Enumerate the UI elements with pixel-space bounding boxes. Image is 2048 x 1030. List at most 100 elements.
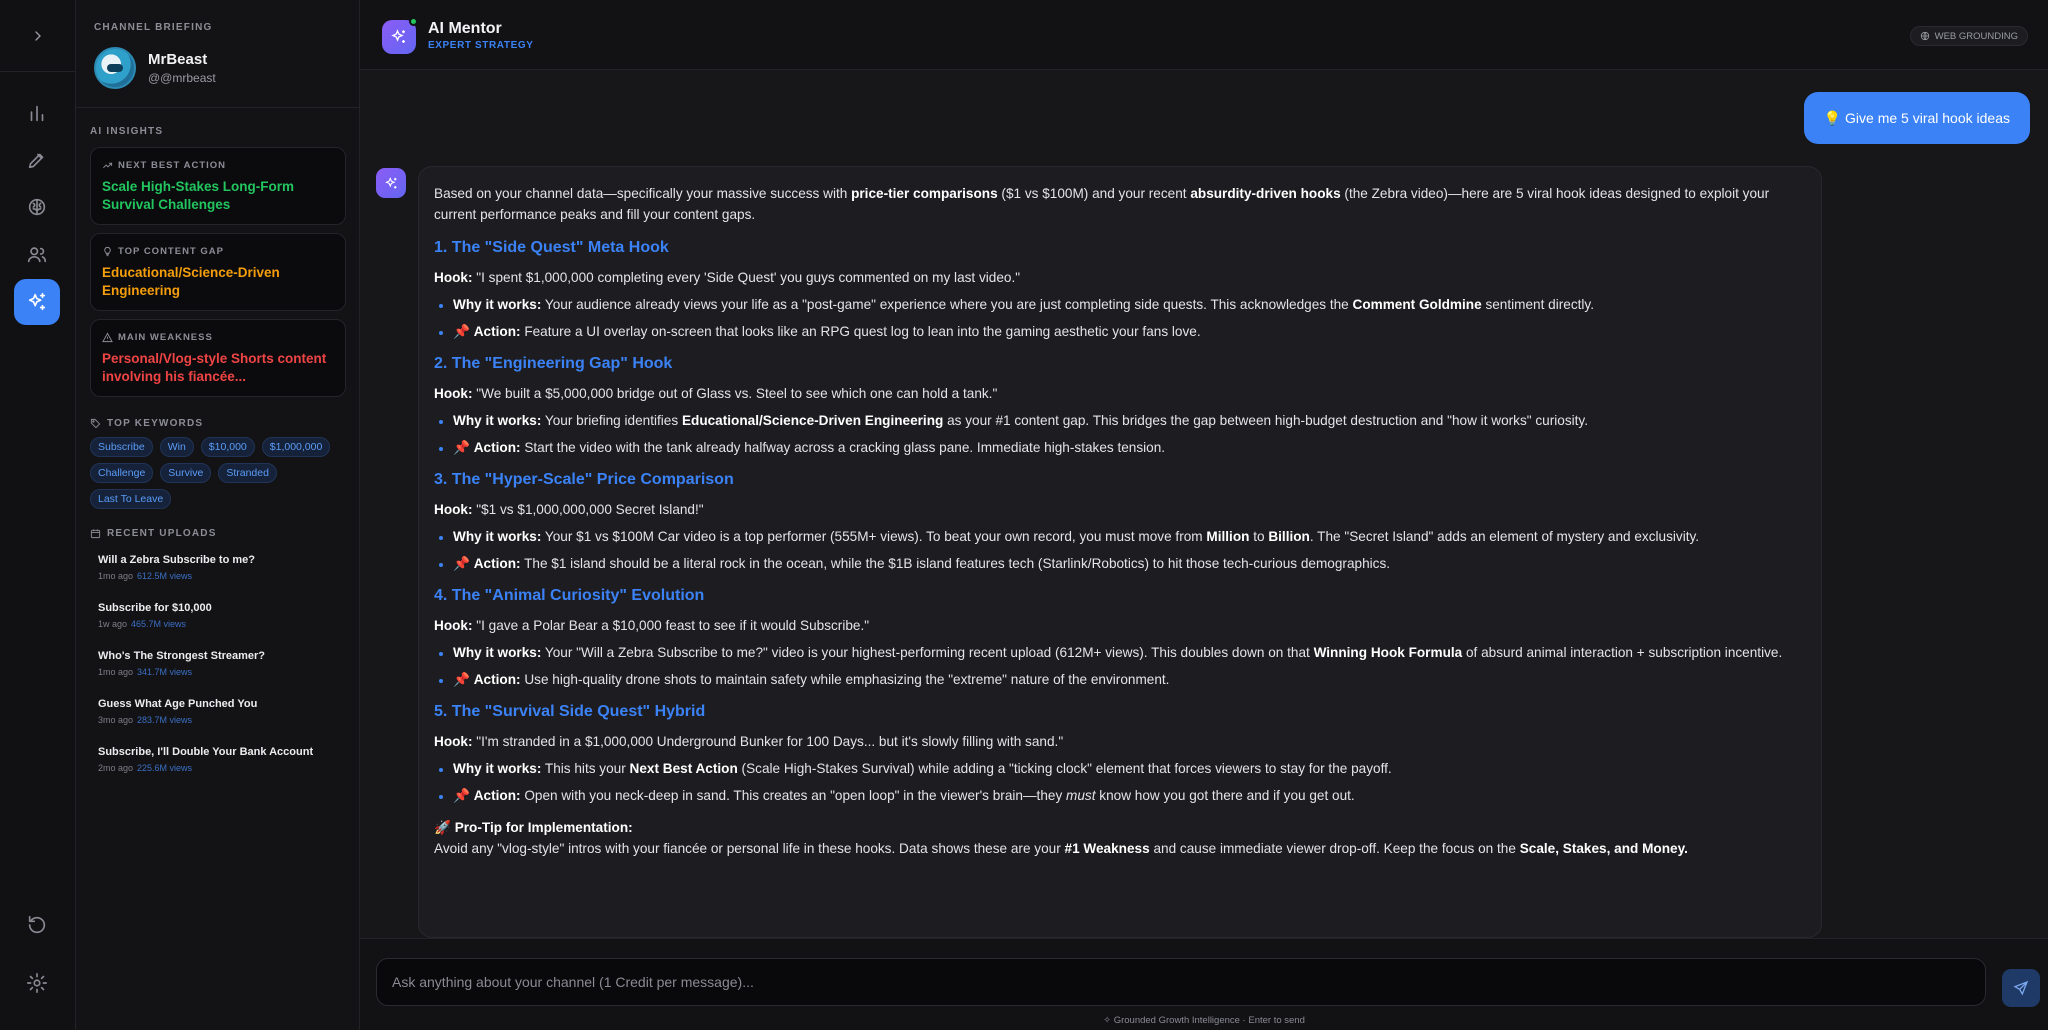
insight-value: Personal/Vlog-style Shorts content invol…: [102, 351, 327, 384]
pushpin-icon: 📌: [453, 324, 470, 339]
refresh-icon: [28, 915, 46, 934]
hook-line: Hook: "I gave a Polar Bear a $10,000 fea…: [434, 618, 870, 633]
action-item: 📌 Action: Open with you neck-deep in san…: [434, 785, 1806, 806]
brain-icon: [28, 198, 46, 216]
hook-heading: 1. The "Side Quest" Meta Hook: [434, 239, 669, 256]
hook-details: Why it works: Your audience already view…: [434, 294, 1806, 342]
upload-item[interactable]: Guess What Age Punched You 3mo ago 283.7M…: [98, 698, 348, 746]
chat-area: AI Mentor EXPERT STRATEGY WEB GROUNDING …: [360, 0, 2048, 1030]
top-keywords-caption: TOP KEYWORDS: [90, 418, 203, 429]
upload-age: 1mo ago: [98, 667, 134, 677]
upload-views: 465.7M views: [131, 619, 187, 629]
action-item: 📌 Action: Feature a UI overlay on-screen…: [434, 321, 1806, 342]
channel-identity: MrBeast @@mrbeast: [94, 47, 341, 89]
keyword-chip[interactable]: Survive: [160, 463, 212, 483]
upload-age: 2mo ago: [98, 763, 134, 773]
chat-input[interactable]: Ask anything about your channel (1 Credi…: [376, 958, 1986, 1006]
channel-name: MrBeast: [148, 51, 208, 68]
keyword-chip[interactable]: Last To Leave: [90, 489, 172, 509]
upload-item[interactable]: Subscribe, I'll Double Your Bank Account…: [98, 746, 348, 794]
audience-nav-button[interactable]: [14, 232, 60, 278]
history-button[interactable]: [14, 902, 60, 948]
globe-icon: [1920, 31, 1929, 41]
page-subtitle: EXPERT STRATEGY: [428, 40, 534, 51]
analytics-icon: [30, 105, 44, 122]
keyword-chip[interactable]: $1,000,000: [261, 437, 331, 457]
lightbulb-icon: [104, 246, 111, 257]
upload-age: 1w ago: [98, 619, 128, 629]
keyword-chip[interactable]: $10,000: [200, 437, 255, 457]
channel-briefing-caption: CHANNEL BRIEFING: [94, 22, 213, 33]
calendar-icon: [90, 529, 101, 539]
why-it-works-item: Why it works: This hits your Next Best A…: [434, 758, 1806, 779]
online-status-dot: [409, 17, 418, 26]
ai-insights-caption: AI INSIGHTS: [90, 126, 164, 137]
web-grounding-badge[interactable]: WEB GROUNDING: [1909, 26, 2028, 46]
hook-heading: 2. The "Engineering Gap" Hook: [434, 355, 673, 372]
assistant-message-bubble: Based on your channel data—specifically …: [418, 166, 1822, 938]
upload-age: 3mo ago: [98, 715, 134, 725]
keyword-chip[interactable]: Stranded: [218, 463, 277, 483]
why-it-works-item: Why it works: Your briefing identifies E…: [434, 410, 1806, 431]
pushpin-icon: 📌: [453, 556, 470, 571]
keyword-chip[interactable]: Win: [159, 437, 194, 457]
upload-item[interactable]: Who's The Strongest Streamer? 1mo ago 341…: [98, 650, 348, 698]
pushpin-icon: 📌: [453, 440, 470, 455]
page-title: AI Mentor: [428, 20, 502, 37]
composer-footnote: ✧ Grounded Growth Intelligence · Enter t…: [1103, 1015, 1305, 1026]
keyword-chip[interactable]: Challenge: [90, 463, 154, 483]
hook-line: Hook: "I spent $1,000,000 completing eve…: [434, 270, 1021, 285]
recent-uploads-caption: RECENT UPLOADS: [90, 528, 217, 539]
insight-value: Educational/Science-Driven Engineering: [102, 265, 280, 298]
upload-age: 1mo ago: [98, 571, 134, 581]
user-message-bubble: 💡 Give me 5 viral hook ideas: [1803, 92, 2030, 144]
action-item: 📌 Action: Start the video with the tank …: [434, 437, 1806, 458]
keyword-list: Subscribe Win $10,000 $1,000,000 Challen…: [90, 437, 350, 509]
upload-item[interactable]: Will a Zebra Subscribe to me? 1mo ago 612…: [98, 554, 348, 602]
action-item: 📌 Action: Use high-quality drone shots t…: [434, 669, 1806, 690]
icon-rail: [0, 0, 76, 1030]
trending-up-icon: [103, 162, 113, 169]
why-it-works-item: Why it works: Your "Will a Zebra Subscri…: [434, 642, 1806, 663]
sparkles-icon: [391, 29, 405, 43]
upload-views: 612.5M views: [137, 571, 193, 581]
pro-tip-title: 🚀 Pro-Tip for Implementation:: [434, 820, 633, 835]
channel-briefing-panel: CHANNEL BRIEFING MrBeast @@mrbeast AI IN…: [76, 0, 360, 1030]
upload-views: 283.7M views: [137, 715, 193, 725]
hook-line: Hook: "I'm stranded in a $1,000,000 Unde…: [434, 734, 1064, 749]
insight-label: NEXT BEST ACTION: [118, 160, 227, 171]
upload-title: Who's The Strongest Streamer?: [98, 650, 266, 662]
send-icon: [2013, 980, 2029, 996]
keyword-chip[interactable]: Subscribe: [90, 437, 153, 457]
hook-heading: 5. The "Survival Side Quest" Hybrid: [434, 703, 706, 720]
sparkles-icon: [28, 292, 46, 311]
hook-details: Why it works: Your $1 vs $100M Car video…: [434, 526, 1806, 574]
sparkles-icon: [384, 176, 396, 188]
gear-icon: [27, 973, 47, 993]
hook-line: Hook: "We built a $5,000,000 bridge out …: [434, 386, 998, 401]
brain-nav-button[interactable]: [14, 184, 60, 230]
channel-header: CHANNEL BRIEFING MrBeast @@mrbeast: [76, 0, 359, 108]
upload-item[interactable]: Subscribe for $10,000 1w ago 465.7M views: [98, 602, 348, 650]
channel-handle: @@mrbeast: [148, 71, 216, 85]
main-weakness-card: MAIN WEAKNESS Personal/Vlog-style Shorts…: [90, 319, 346, 397]
chevron-right-icon: [35, 30, 41, 41]
pushpin-icon: 📌: [453, 788, 470, 803]
users-icon: [27, 247, 47, 263]
content-nav-button[interactable]: [14, 137, 60, 183]
pro-tip-text: Avoid any "vlog-style" intros with your …: [434, 841, 1688, 856]
settings-button[interactable]: [14, 960, 60, 1006]
ai-mentor-nav-button[interactable]: [14, 279, 60, 325]
expand-sidebar-button[interactable]: [0, 0, 76, 72]
send-button[interactable]: [2002, 969, 2040, 1007]
analytics-nav-button[interactable]: [14, 90, 60, 136]
why-it-works-item: Why it works: Your $1 vs $100M Car video…: [434, 526, 1806, 547]
hook-heading: 4. The "Animal Curiosity" Evolution: [434, 587, 705, 604]
why-it-works-item: Why it works: Your audience already view…: [434, 294, 1806, 315]
top-content-gap-card: TOP CONTENT GAP Educational/Science-Driv…: [90, 233, 346, 311]
hook-line: Hook: "$1 vs $1,000,000,000 Secret Islan…: [434, 502, 704, 517]
pushpin-icon: 📌: [453, 672, 470, 687]
upload-title: Will a Zebra Subscribe to me?: [98, 554, 255, 566]
insight-label: TOP CONTENT GAP: [118, 246, 224, 257]
answer-intro: Based on your channel data—specifically …: [434, 186, 1770, 222]
